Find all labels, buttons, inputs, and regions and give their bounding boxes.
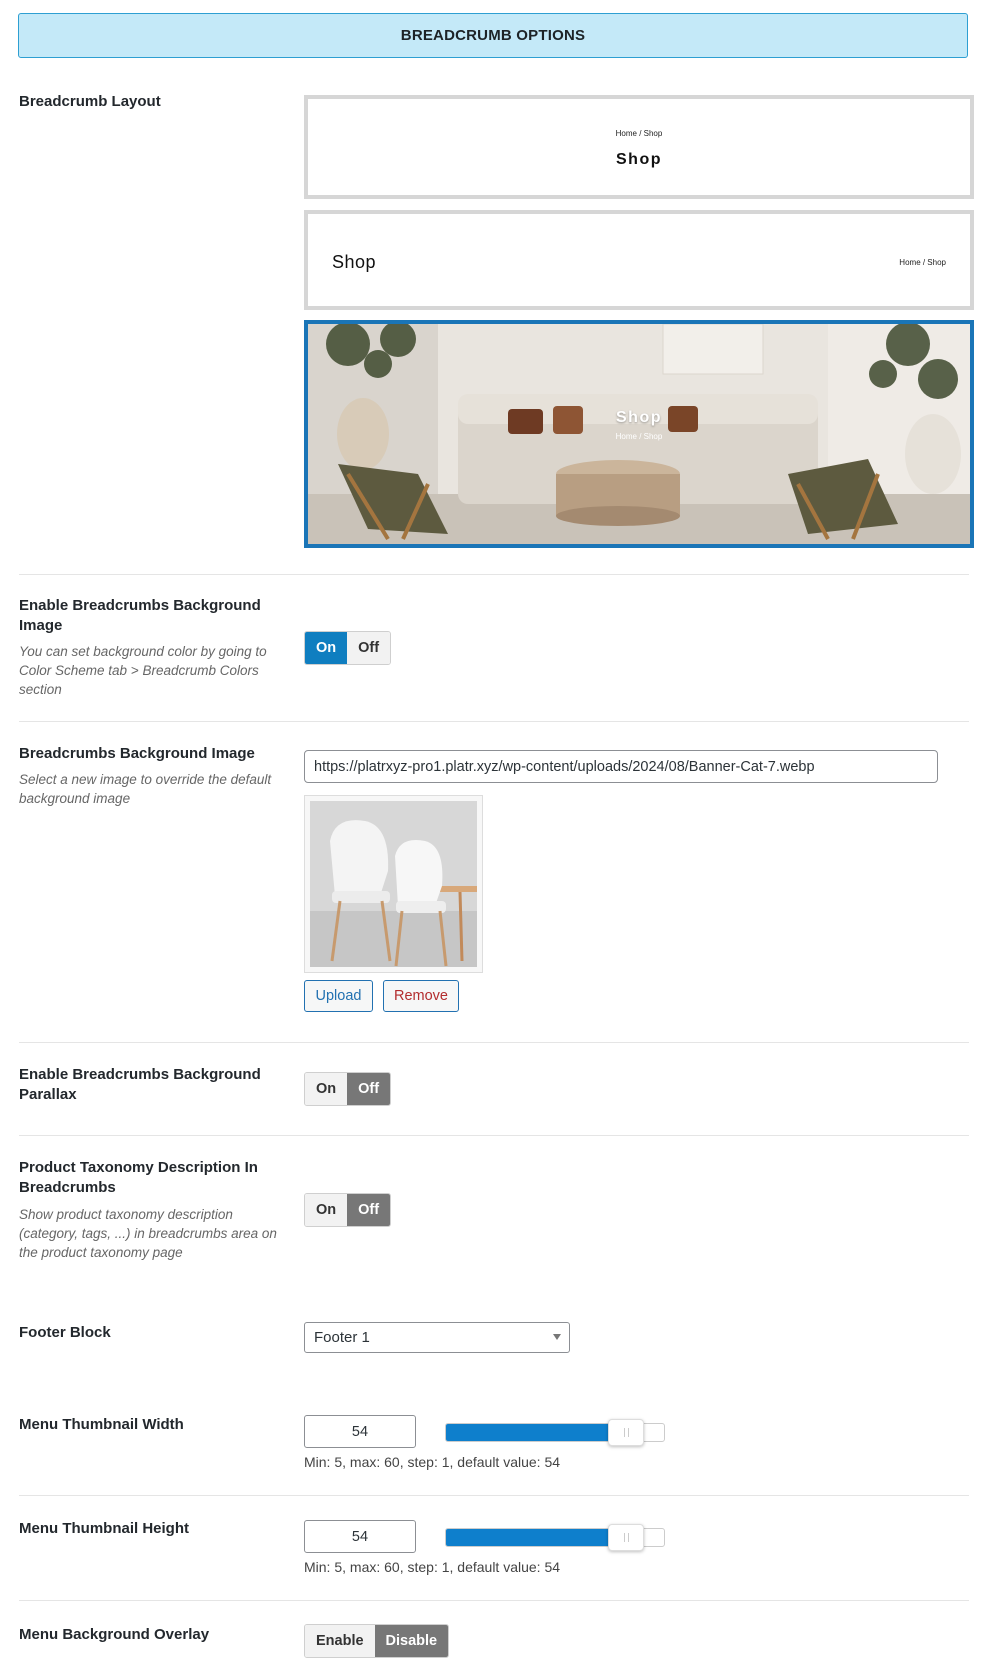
overlay-toggle[interactable]: Enable Disable	[304, 1624, 450, 1658]
divider	[19, 1495, 969, 1496]
thumb-height-hint: Min: 5, max: 60, step: 1, default value:…	[304, 1559, 561, 1575]
bg-image-toggle-description: You can set background color by going to…	[19, 644, 267, 697]
bg-image-url-input[interactable]	[304, 750, 938, 783]
footer-block-select[interactable]: Footer 1	[304, 1322, 570, 1353]
footer-block-selected: Footer 1	[314, 1329, 370, 1346]
toggle-on-option[interactable]: On	[305, 1194, 348, 1226]
toggle-on-option[interactable]: On	[305, 632, 348, 664]
bg-image-toggle[interactable]: On Off	[304, 631, 392, 665]
slider-fill	[446, 1529, 626, 1546]
layout-option-crumb: Home / Shop	[615, 432, 663, 441]
bg-image-label: Breadcrumbs Background Image	[19, 745, 255, 762]
section-title: BREADCRUMB OPTIONS	[400, 27, 586, 44]
divider	[19, 1135, 969, 1136]
layout-option-title: Shop	[332, 252, 377, 272]
section-header: BREADCRUMB OPTIONS	[18, 13, 968, 58]
toggle-off-option[interactable]: Off	[347, 1073, 391, 1105]
layout-option-title: Shop	[616, 409, 662, 426]
layout-option-background-image[interactable]: Shop Home / Shop	[304, 320, 974, 548]
thumb-height-label: Menu Thumbnail Height	[19, 1520, 189, 1537]
taxonomy-desc-description: Show product taxonomy description (categ…	[19, 1207, 277, 1260]
layout-option-crumb: Home / Shop	[615, 129, 663, 138]
divider	[19, 1042, 969, 1043]
upload-button[interactable]: Upload	[304, 980, 373, 1012]
toggle-on-option[interactable]: On	[305, 1073, 348, 1105]
thumb-width-slider[interactable]	[445, 1419, 665, 1446]
toggle-off-option[interactable]: Off	[347, 1194, 391, 1226]
layout-option-title: Shop	[616, 151, 662, 168]
slider-fill	[446, 1424, 626, 1441]
toggle-off-option[interactable]: Off	[347, 632, 391, 664]
taxonomy-desc-toggle[interactable]: On Off	[304, 1193, 392, 1227]
divider	[19, 574, 969, 575]
bg-image-toggle-label: Enable Breadcrumbs Background Image	[19, 597, 261, 634]
thumb-width-hint: Min: 5, max: 60, step: 1, default value:…	[304, 1454, 561, 1470]
bg-image-description: Select a new image to override the defau…	[19, 772, 272, 806]
bg-image-preview	[304, 795, 483, 973]
toggle-disable-option[interactable]: Disable	[374, 1625, 449, 1657]
toggle-enable-option[interactable]: Enable	[305, 1625, 375, 1657]
thumb-width-label: Menu Thumbnail Width	[19, 1416, 184, 1433]
slider-handle[interactable]	[608, 1524, 644, 1551]
thumb-height-input[interactable]: 54	[304, 1520, 416, 1553]
thumb-height-slider[interactable]	[445, 1524, 665, 1551]
footer-block-label: Footer Block	[19, 1324, 111, 1341]
breadcrumb-layout-label: Breadcrumb Layout	[19, 93, 161, 110]
taxonomy-desc-label: Product Taxonomy Description In Breadcru…	[19, 1159, 258, 1196]
chevron-down-icon	[553, 1334, 561, 1340]
parallax-toggle[interactable]: On Off	[304, 1072, 392, 1106]
divider	[19, 721, 969, 722]
parallax-label: Enable Breadcrumbs Background Parallax	[19, 1066, 261, 1103]
layout-option-crumb: Home / Shop	[899, 258, 946, 267]
divider	[19, 1600, 969, 1601]
overlay-label: Menu Background Overlay	[19, 1626, 210, 1643]
remove-button[interactable]: Remove	[383, 980, 459, 1012]
layout-option-split[interactable]: Shop Home / Shop	[304, 210, 974, 310]
slider-handle[interactable]	[608, 1419, 644, 1446]
chairs-photo	[310, 801, 477, 967]
layout-option-centered[interactable]: Home / Shop Shop	[304, 95, 974, 199]
thumb-width-input[interactable]: 54	[304, 1415, 416, 1448]
